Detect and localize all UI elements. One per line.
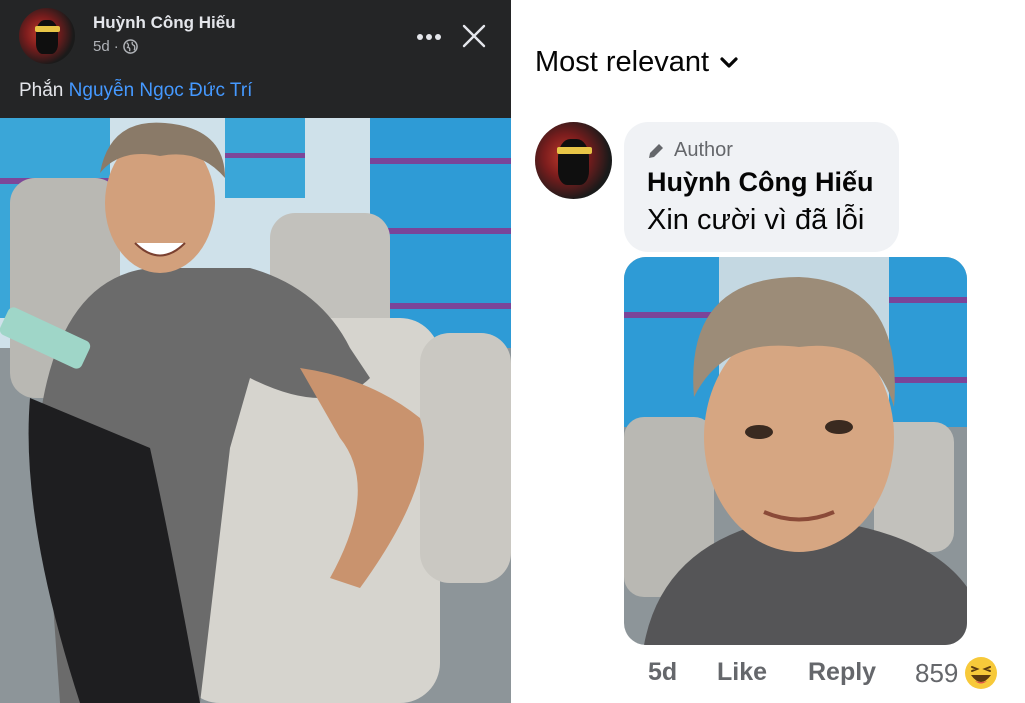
post-time[interactable]: 5d xyxy=(93,38,110,55)
haha-emoji-icon xyxy=(965,657,998,689)
caption-text: Phắn xyxy=(19,80,69,101)
reply-button[interactable]: Reply xyxy=(808,658,876,687)
post-header: Huỳnh Công Hiếu 5d · Phắn Nguyễn Ngọc Đứ… xyxy=(0,0,511,118)
reaction-summary[interactable]: 859 xyxy=(915,656,998,690)
comment-time[interactable]: 5d xyxy=(648,658,677,687)
post-meta: 5d · xyxy=(93,38,138,55)
commenter-avatar[interactable] xyxy=(535,122,612,199)
post-author-name[interactable]: Huỳnh Công Hiếu xyxy=(93,13,236,33)
close-icon xyxy=(462,24,486,48)
post-viewer-panel: Huỳnh Công Hiếu 5d · Phắn Nguyễn Ngọc Đứ… xyxy=(0,0,511,703)
comment-text: Xin cười vì đã lỗi xyxy=(647,204,865,236)
meta-separator: · xyxy=(113,38,119,55)
more-horizontal-icon xyxy=(417,34,441,40)
author-badge: Author xyxy=(646,139,733,162)
comment-author-name[interactable]: Huỳnh Công Hiếu xyxy=(647,167,873,198)
globe-icon xyxy=(122,39,138,54)
more-options-button[interactable] xyxy=(414,20,444,50)
sort-label: Most relevant xyxy=(535,46,710,78)
pencil-icon xyxy=(649,143,663,158)
reaction-count: 859 xyxy=(915,657,959,688)
comment-attachment-photo[interactable] xyxy=(624,257,967,645)
post-caption: Phắn Nguyễn Ngọc Đức Trí xyxy=(19,80,252,102)
post-photo[interactable] xyxy=(0,118,511,703)
comment-sort-dropdown[interactable]: Most relevant xyxy=(535,46,739,79)
chevron-down-icon xyxy=(720,56,738,68)
author-badge-label: Author xyxy=(674,139,733,161)
comment-bubble: Author Huỳnh Công Hiếu Xin cười vì đã lỗ… xyxy=(624,122,899,252)
like-button[interactable]: Like xyxy=(717,658,767,687)
author-avatar[interactable] xyxy=(19,8,75,64)
tagged-user-link[interactable]: Nguyễn Ngọc Đức Trí xyxy=(69,80,253,101)
close-button[interactable] xyxy=(458,20,490,52)
